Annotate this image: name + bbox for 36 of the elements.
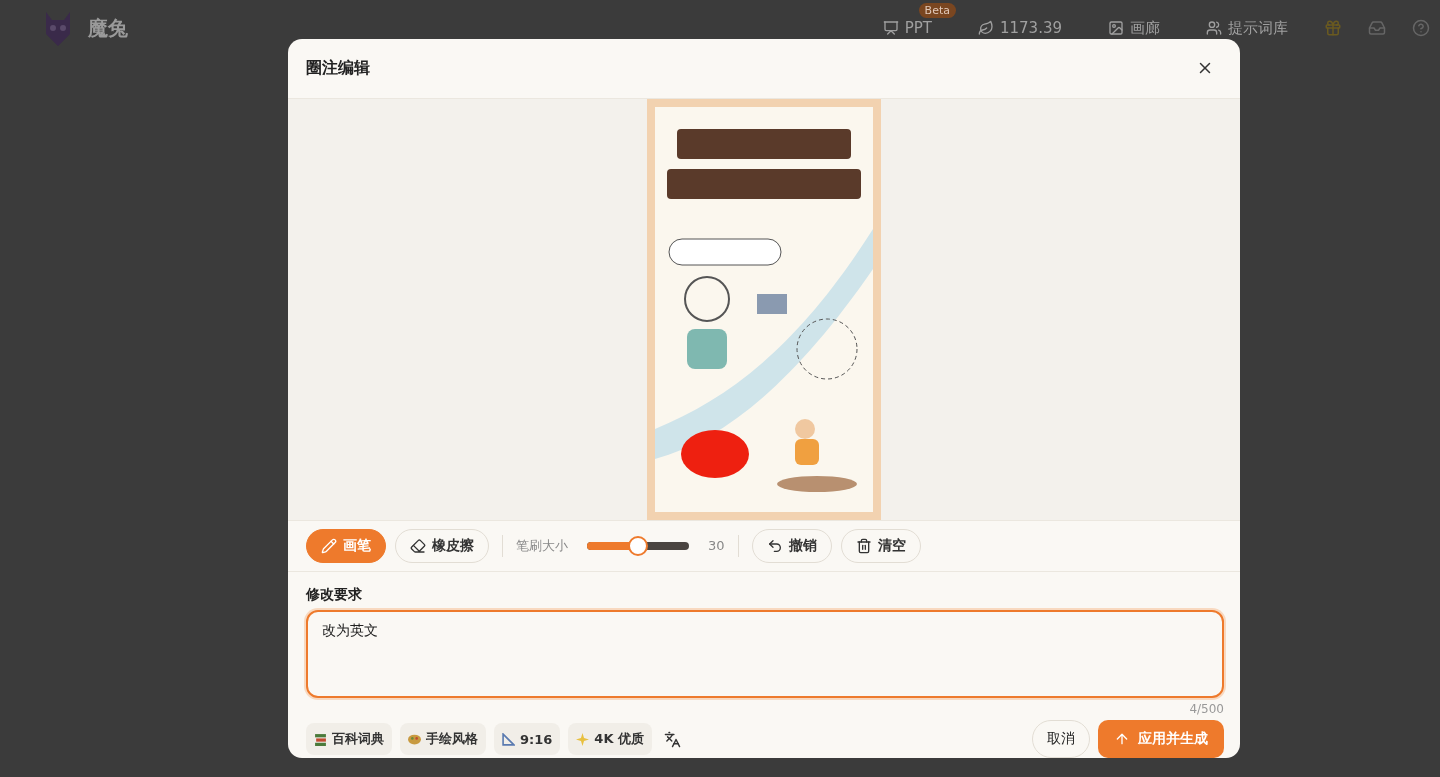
pencil-icon <box>321 537 337 554</box>
eraser-icon <box>410 537 426 554</box>
preset-chip[interactable]: 4K 优质 <box>568 723 652 755</box>
palette-icon <box>408 732 421 746</box>
help-icon[interactable] <box>1412 19 1430 37</box>
books-icon <box>314 732 327 746</box>
leaf-icon <box>977 20 994 36</box>
nav-link[interactable]: 1173.39 <box>967 13 1072 43</box>
sparkle-icon <box>576 732 590 746</box>
image-icon <box>1108 20 1124 36</box>
brand-name: 魔兔 <box>88 14 128 42</box>
preset-chip[interactable]: 手绘风格 <box>400 723 486 755</box>
undo-button[interactable]: 撤销 <box>751 528 832 563</box>
eraser-tool[interactable]: 橡皮擦 <box>395 528 489 563</box>
character-counter: 4/500 <box>1189 702 1224 716</box>
cancel-button[interactable]: 取消 <box>1032 720 1090 758</box>
slider-thumb[interactable] <box>628 535 648 556</box>
translate-icon <box>664 730 681 748</box>
preset-chip[interactable]: 百科词典 <box>306 723 392 755</box>
triangle-ruler-icon <box>502 732 515 746</box>
request-field[interactable]: 改为英文 <box>306 610 1224 698</box>
nav-link[interactable]: 提示词库 <box>1196 12 1298 44</box>
brush-size-value: 30 <box>708 538 725 554</box>
gift-icon[interactable] <box>1324 19 1342 37</box>
trash-icon <box>855 537 872 554</box>
presentation-icon <box>882 20 899 36</box>
beta-badge: Beta <box>918 3 956 18</box>
clear-button[interactable]: 清空 <box>840 528 921 563</box>
preset-chip[interactable]: 9:16 <box>494 723 561 755</box>
field-label: 修改要求 <box>306 586 363 604</box>
nav-link[interactable]: 画廊 <box>1098 12 1170 44</box>
inbox-icon[interactable] <box>1368 19 1386 37</box>
users-icon <box>1206 20 1222 36</box>
brush-size-label: 笔刷大小 <box>516 536 568 555</box>
undo-icon <box>766 537 783 554</box>
dialog-title: 圈注编辑 <box>306 57 370 79</box>
